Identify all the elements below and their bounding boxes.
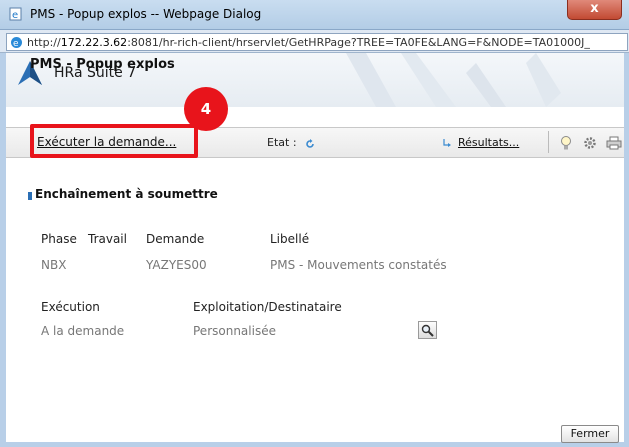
section-title: Enchaînement à soumettre bbox=[35, 187, 218, 201]
ie-page-icon: e bbox=[9, 7, 22, 21]
section-bullet-icon bbox=[28, 192, 32, 200]
url-text: http://172.22.3.62:8081/hr-rich-client/h… bbox=[27, 36, 590, 49]
lightbulb-icon[interactable] bbox=[560, 135, 572, 151]
svg-text:e: e bbox=[12, 10, 18, 21]
execution-label: Exécution bbox=[41, 300, 100, 314]
value-phase: NBX bbox=[41, 258, 67, 272]
results-link[interactable]: Résultats... bbox=[458, 136, 519, 149]
callout-highlight-box bbox=[30, 124, 198, 158]
url-prefix: http:// bbox=[27, 36, 61, 49]
svg-text:e: e bbox=[13, 39, 19, 49]
window-titlebar: e PMS - Popup explos -- Webpage Dialog bbox=[0, 0, 629, 30]
url-field[interactable]: e http://172.22.3.62:8081/hr-rich-client… bbox=[6, 33, 628, 51]
value-libelle: PMS - Mouvements constatés bbox=[270, 258, 447, 272]
address-bar: e http://172.22.3.62:8081/hr-rich-client… bbox=[0, 30, 629, 53]
url-host: 172.22.3.62 bbox=[60, 36, 128, 49]
dialog-frame bbox=[0, 53, 629, 447]
popup-title: PMS - Popup explos bbox=[30, 57, 175, 72]
column-travail: Travail bbox=[88, 232, 127, 246]
execution-value: A la demande bbox=[41, 324, 125, 338]
state-label: Etat : bbox=[267, 136, 297, 149]
results-arrow-icon bbox=[443, 139, 451, 147]
exploitation-label: Exploitation/Destinataire bbox=[193, 300, 342, 314]
close-dialog-button[interactable]: Fermer bbox=[561, 425, 619, 443]
window-close-button[interactable]: x bbox=[567, 0, 622, 20]
value-demande: YAZYES00 bbox=[146, 258, 207, 272]
column-phase: Phase bbox=[41, 232, 77, 246]
column-libelle: Libellé bbox=[270, 232, 310, 246]
magnifier-icon bbox=[421, 324, 434, 337]
window-title: PMS - Popup explos -- Webpage Dialog bbox=[30, 7, 262, 21]
ie-icon: e bbox=[11, 37, 22, 49]
printer-icon[interactable] bbox=[606, 136, 622, 150]
search-button[interactable] bbox=[418, 321, 437, 339]
gear-icon[interactable] bbox=[582, 135, 598, 151]
url-path: :8081/hr-rich-client/hrservlet/GetHRPage… bbox=[127, 36, 590, 49]
column-demande: Demande bbox=[146, 232, 205, 246]
refresh-icon[interactable] bbox=[305, 139, 315, 149]
toolbar-separator bbox=[548, 131, 549, 153]
exploitation-value: Personnalisée bbox=[193, 324, 276, 338]
callout-step-number: 4 bbox=[184, 87, 228, 131]
header-decoration bbox=[346, 53, 561, 107]
